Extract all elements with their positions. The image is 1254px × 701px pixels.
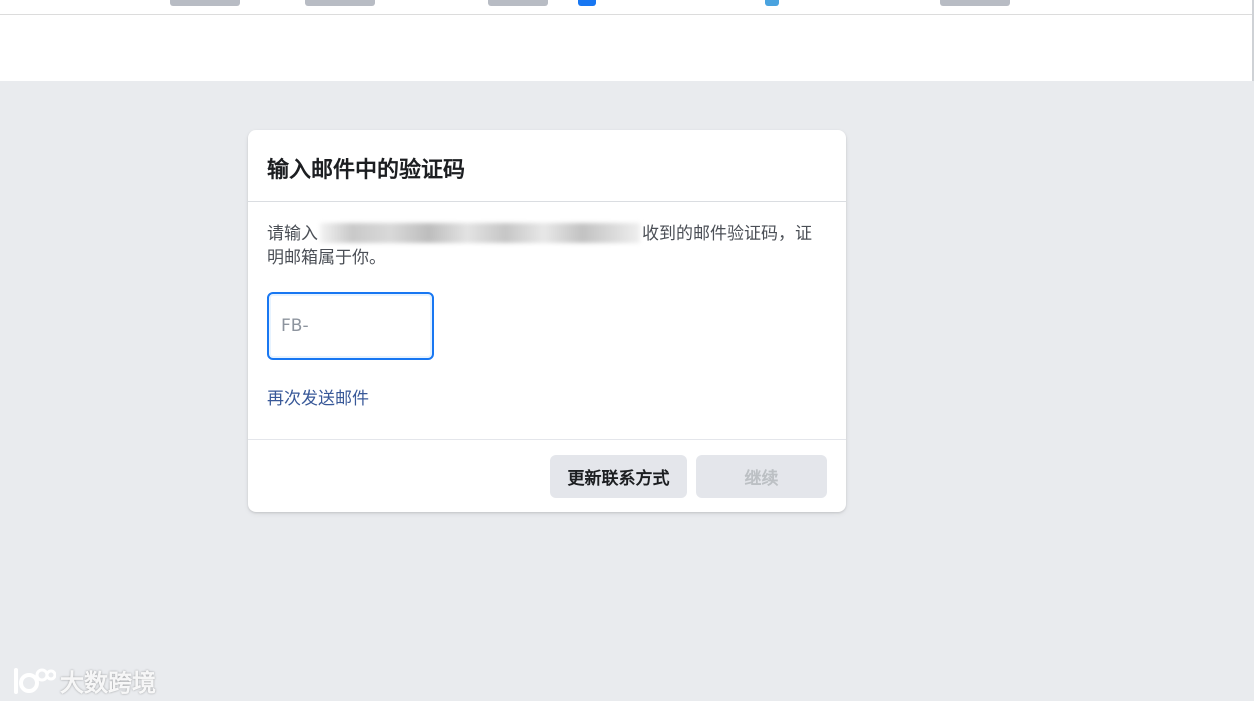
- description-prefix: 请输入: [267, 224, 318, 244]
- bookmark-icon[interactable]: [765, 0, 779, 6]
- verification-card: 输入邮件中的验证码 请输入收到的邮件验证码，证明邮箱属于你。 再次发送邮件 更新…: [248, 130, 846, 512]
- card-description: 请输入 收到的邮件验证码，证明邮箱属于你。: [267, 222, 827, 270]
- continue-button[interactable]: 继续: [696, 455, 827, 498]
- redacted-email: [320, 223, 640, 243]
- bookmark-item[interactable]: [170, 0, 240, 6]
- bookmark-item[interactable]: [305, 0, 375, 6]
- card-title: 输入邮件中的验证码: [267, 158, 466, 183]
- divider: [248, 439, 846, 440]
- resend-email-link[interactable]: 再次发送邮件: [267, 384, 369, 409]
- bookmark-item[interactable]: [488, 0, 548, 6]
- divider: [248, 201, 846, 202]
- page-header: [0, 15, 1254, 81]
- watermark-logo-icon: [14, 667, 56, 694]
- bookmark-item[interactable]: [940, 0, 1010, 6]
- watermark-text: 大数跨境: [60, 669, 156, 697]
- bookmark-icon[interactable]: [578, 0, 596, 6]
- browser-bookmarks-bar: [0, 0, 1254, 15]
- update-contact-button[interactable]: 更新联系方式: [550, 455, 687, 498]
- verification-code-input[interactable]: [267, 292, 434, 360]
- watermark: 大数跨境: [10, 663, 156, 698]
